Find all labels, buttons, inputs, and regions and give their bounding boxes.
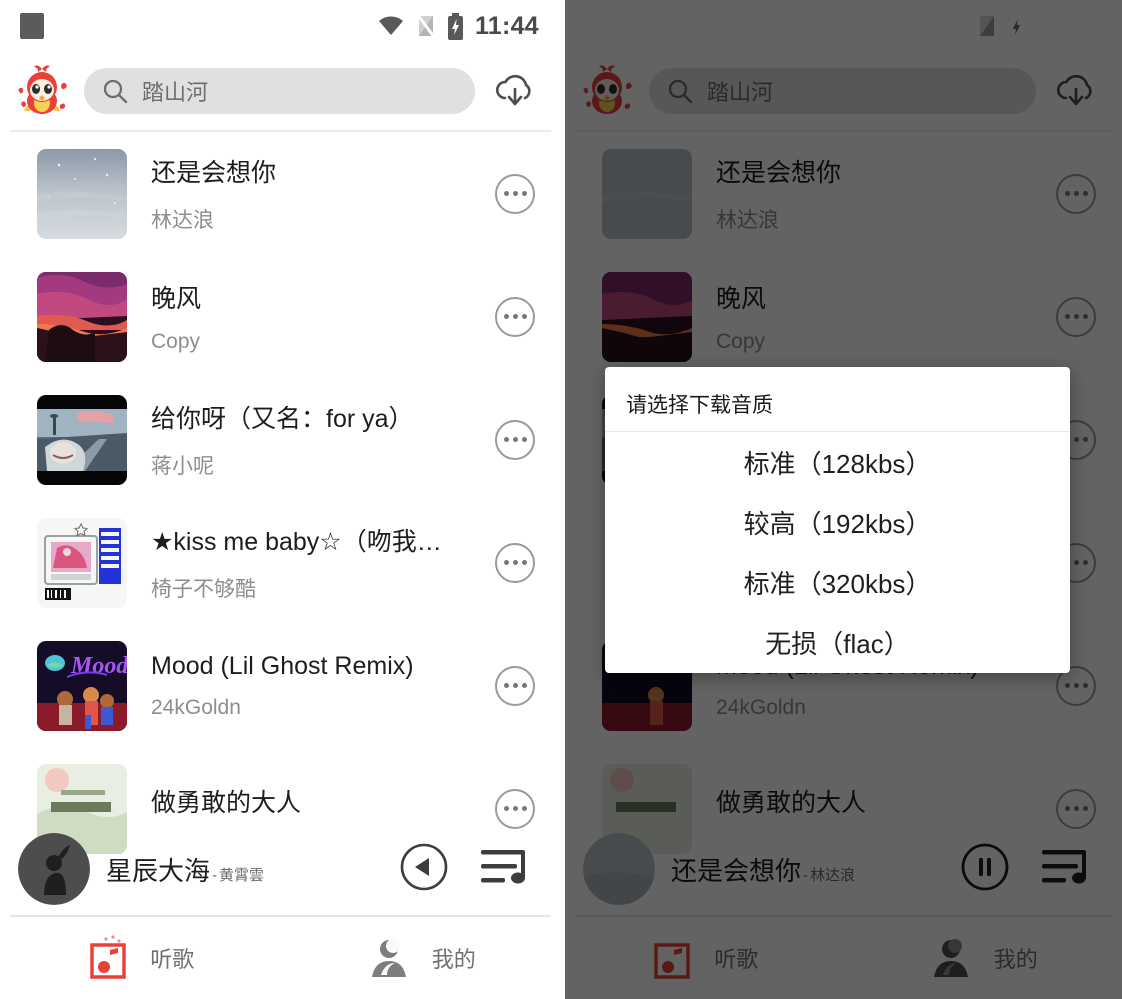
song-artist: 24kGoldn [151, 695, 241, 719]
app-header: 踏山河 [0, 52, 561, 130]
song-more-button[interactable] [469, 173, 561, 214]
album-art: Mood [37, 640, 127, 731]
search-icon [103, 79, 128, 104]
search-input[interactable]: 踏山河 [84, 68, 475, 114]
status-time: 11:44 [474, 11, 539, 40]
cloud-download-icon[interactable] [489, 71, 541, 111]
song-title: 晚风 [151, 285, 202, 313]
mini-player-title: 星辰大海 [106, 855, 211, 886]
mini-player-artist-sep: - [212, 866, 218, 884]
list-item[interactable]: 给你呀（又名：for ya） 蒋小呢 [0, 378, 561, 501]
song-artist: 椅子不够酷 [151, 578, 256, 601]
nav-item-mine[interactable]: 我的 [281, 935, 562, 981]
more-dots-icon [495, 173, 535, 214]
dual-screenshot-stage: 11:44 踏山河 还是会想你 林达浪 晚风 Copy 给你呀（又名：for y… [0, 0, 1122, 999]
song-artist: 蒋小呢 [151, 455, 214, 478]
more-dots-icon [495, 419, 535, 460]
download-quality-dialog: 请选择下载音质 标准（128kbs） 较高（192kbs） 标准（320kbs）… [605, 367, 1070, 673]
search-value: 踏山河 [142, 80, 209, 105]
song-more-button[interactable] [469, 542, 561, 583]
dialog-option-128[interactable]: 标准（128kbs） [605, 432, 1070, 492]
song-title: Mood (Lil Ghost Remix) [151, 651, 414, 680]
mini-player-artwork [18, 833, 90, 905]
no-signal-icon [416, 14, 436, 38]
song-title: ★kiss me baby☆（吻我，… [151, 528, 445, 556]
song-list: 还是会想你 林达浪 晚风 Copy 给你呀（又名：for ya） 蒋小呢 ★ki… [0, 132, 561, 870]
album-art [37, 517, 127, 608]
mini-player-artist: 黄霄雲 [219, 866, 265, 884]
song-artist: Copy [151, 330, 201, 353]
song-more-button[interactable] [469, 665, 561, 706]
list-item[interactable]: 还是会想你 林达浪 [0, 132, 561, 255]
nav-label-listen: 听歌 [150, 947, 195, 972]
song-more-button[interactable] [469, 296, 561, 337]
wifi-icon [378, 16, 403, 35]
more-dots-icon [495, 542, 535, 583]
svg-text:Mood: Mood [70, 653, 127, 679]
person-icon [371, 939, 406, 977]
album-art [37, 394, 127, 485]
song-more-button[interactable] [469, 419, 561, 460]
play-circle-icon[interactable] [399, 842, 449, 897]
song-title: 做勇敢的大人 [151, 789, 302, 817]
dialog-option-320[interactable]: 标准（320kbs） [605, 553, 1070, 613]
dialog-option-192[interactable]: 较高（192kbs） [605, 492, 1070, 552]
song-title: 给你呀（又名：for ya） [151, 405, 414, 433]
more-dots-icon [495, 665, 535, 706]
album-art [37, 271, 127, 362]
nav-item-listen[interactable]: 听歌 [0, 935, 281, 981]
nav-label-mine: 我的 [431, 947, 476, 972]
notification-square-icon [20, 13, 44, 39]
battery-charging-icon [447, 12, 463, 40]
dialog-option-list: 标准（128kbs） 较高（192kbs） 标准（320kbs） 无损（flac… [605, 432, 1070, 673]
list-item[interactable]: ★kiss me baby☆（吻我，… 椅子不够酷 [0, 501, 561, 624]
album-art [37, 148, 127, 239]
dialog-option-flac[interactable]: 无损（flac） [605, 613, 1070, 673]
song-artist: 林达浪 [151, 209, 214, 232]
status-bar: 11:44 [0, 0, 561, 52]
music-note-box-icon [90, 935, 126, 979]
bottom-navigation: 听歌 我的 [0, 917, 561, 999]
playlist-music-icon[interactable] [479, 842, 531, 897]
dialog-title: 请选择下载音质 [626, 394, 773, 417]
list-item[interactable]: Mood Mood (Lil Ghost Remix) 24kGoldn [0, 624, 561, 747]
list-item[interactable]: 晚风 Copy [0, 255, 561, 378]
phone-screen-left: 11:44 踏山河 还是会想你 林达浪 晚风 Copy 给你呀（又名：for y… [0, 0, 561, 999]
song-title: 还是会想你 [151, 159, 277, 187]
mini-player[interactable]: 星辰大海 - 黄霄雲 [0, 823, 561, 915]
bird-mascot-logo[interactable] [14, 63, 70, 119]
more-dots-icon [495, 296, 535, 337]
phone-screen-right: 11:44 [565, 0, 1122, 999]
